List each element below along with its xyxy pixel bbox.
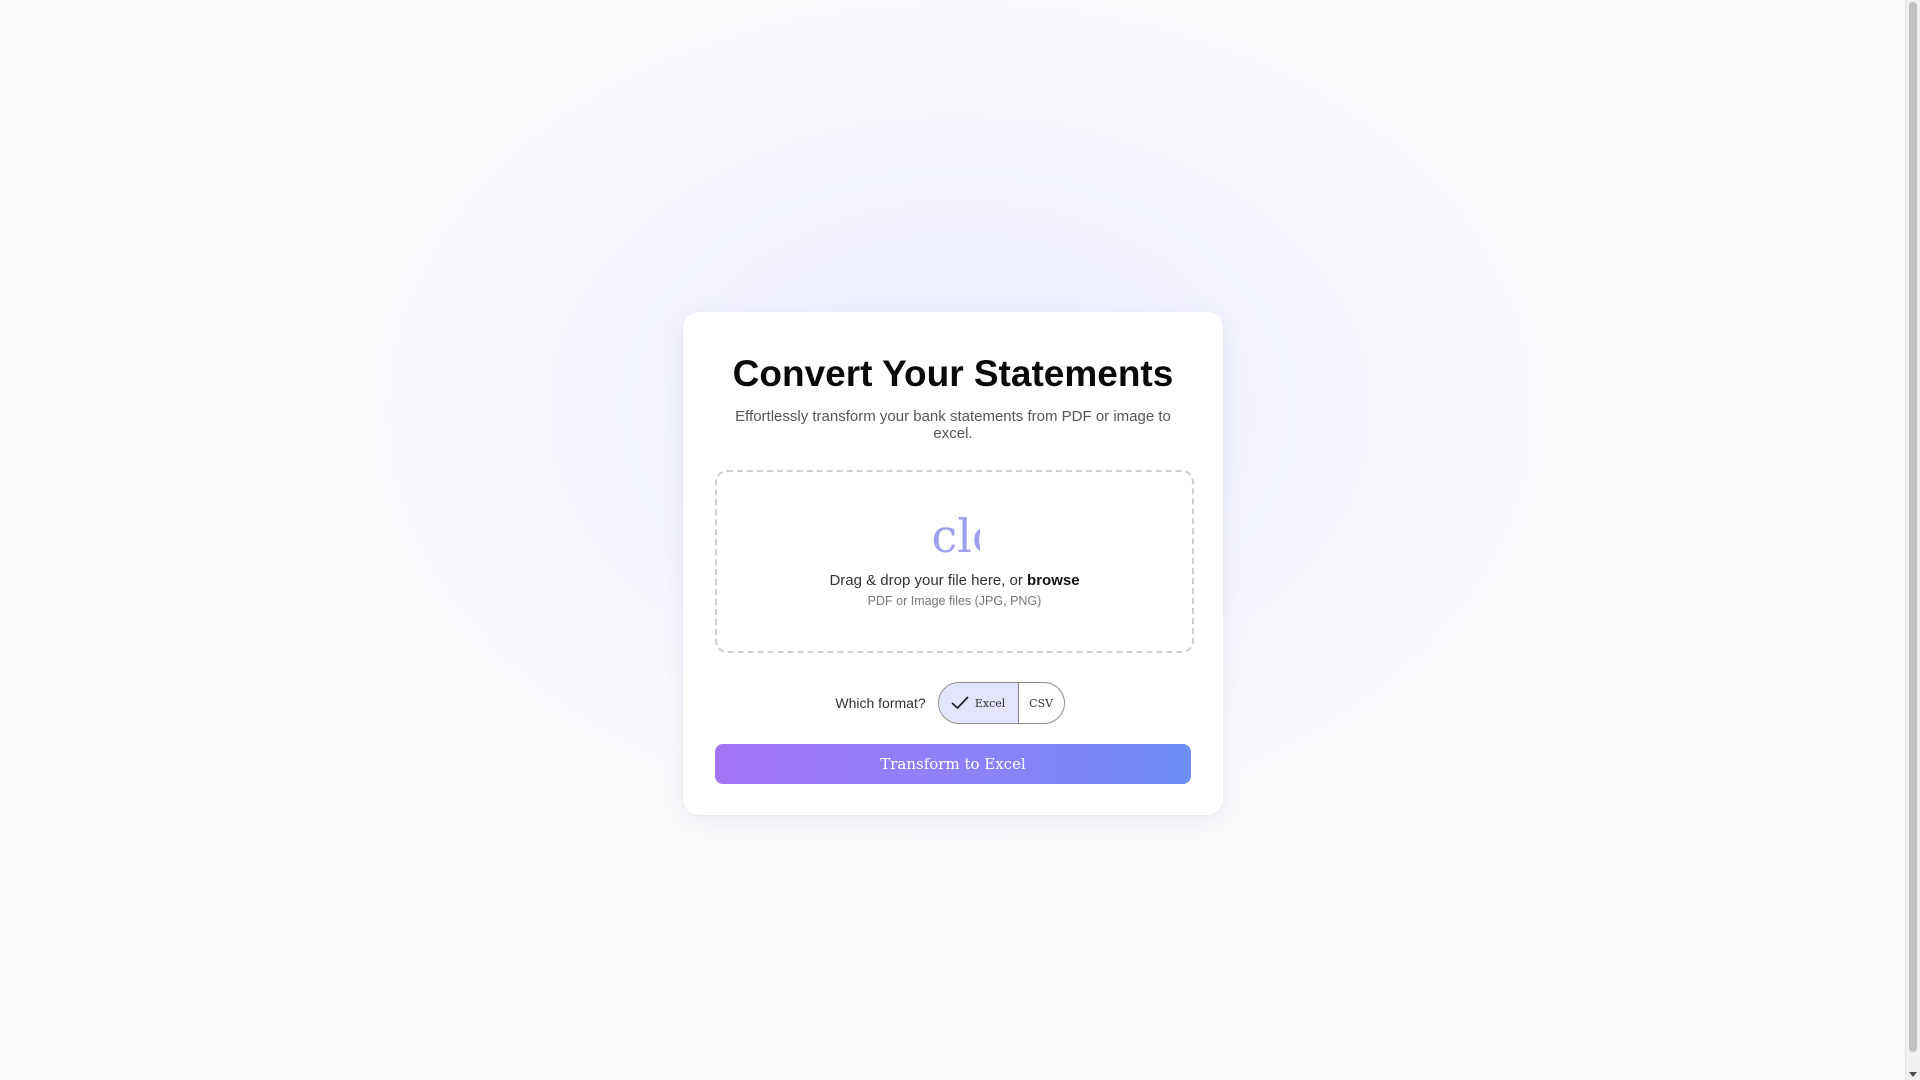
- format-selector-row: Which format? Excel CSV: [683, 682, 1223, 724]
- page-subtitle: Effortlessly transform your bank stateme…: [735, 408, 1171, 442]
- page-title: Convert Your Statements: [732, 353, 1174, 394]
- dropzone-text: Drag & drop your file here, or: [829, 572, 1028, 589]
- cloud-upload-icon: cloud_upload: [717, 510, 1192, 562]
- check-icon: [951, 696, 969, 709]
- scrollbar-thumb[interactable]: [1909, 2, 1917, 1052]
- format-option-csv-label: CSV: [1029, 696, 1054, 710]
- transform-button[interactable]: Transform to Excel: [715, 744, 1191, 784]
- file-dropzone[interactable]: cloud_upload Drag & drop your file here,…: [715, 470, 1194, 653]
- page-scrollbar[interactable]: [1905, 0, 1920, 1080]
- format-option-excel-label: Excel: [974, 696, 1006, 710]
- dropzone-hint: PDF or Image files (JPG, PNG): [867, 594, 1042, 608]
- cloud-upload-icon-glyph: cloud_upload: [931, 510, 980, 562]
- converter-card: Convert Your Statements Effortlessly tra…: [683, 312, 1223, 815]
- dropzone-instructions: Drag & drop your file here, or browse: [717, 572, 1192, 590]
- format-option-csv[interactable]: CSV: [1019, 683, 1064, 723]
- format-label: Which format?: [835, 695, 926, 711]
- format-toggle-group: Excel CSV: [937, 682, 1065, 724]
- format-option-excel[interactable]: Excel: [938, 683, 1019, 723]
- scroll-down-arrow-icon[interactable]: [1909, 1072, 1917, 1077]
- browse-link[interactable]: browse: [1027, 572, 1080, 589]
